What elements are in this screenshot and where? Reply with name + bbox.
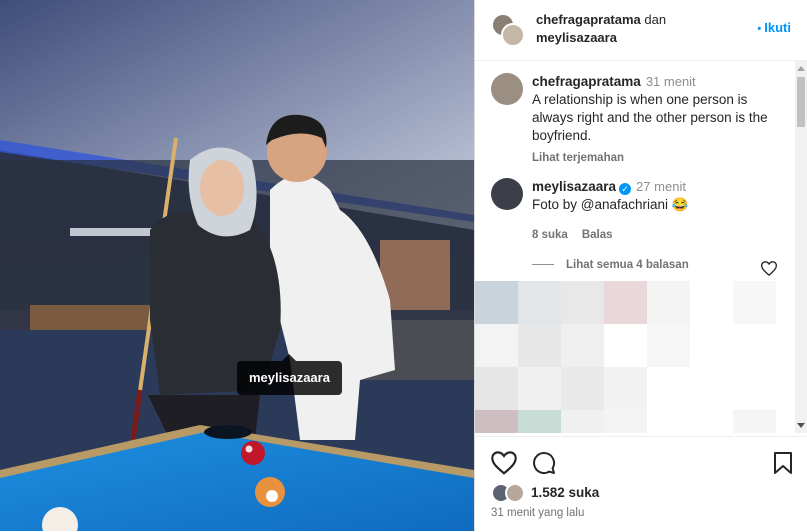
post-header: chefragapratama dan meylisazaara • Ikuti: [475, 0, 807, 61]
post-authors: chefragapratama dan meylisazaara: [536, 11, 666, 47]
avatar[interactable]: [491, 178, 523, 210]
photo-scene: [0, 0, 474, 531]
dot-icon: •: [757, 23, 762, 35]
translate-link[interactable]: Lihat terjemahan: [532, 152, 624, 164]
comment-body: meylisazaara ✓ 27 menit Foto by @anafachri…: [532, 178, 781, 244]
comment-time[interactable]: 27 menit: [636, 179, 686, 194]
post-photo[interactable]: meylisazaara: [0, 0, 474, 531]
caption-comment: chefragapratama 31 menit A relationship i…: [491, 73, 781, 167]
comment-likes[interactable]: 8 suka: [532, 229, 568, 241]
comment-time[interactable]: 31 menit: [646, 74, 696, 89]
authors-joiner: dan: [644, 12, 667, 27]
author-link[interactable]: chefragapratama: [536, 12, 641, 27]
comment-icon: [533, 452, 556, 475]
likes-count[interactable]: 1.582 suka: [531, 485, 599, 500]
comment-text: A relationship is when one person is alw…: [532, 92, 768, 143]
follow-button[interactable]: • Ikuti: [757, 20, 791, 35]
user-tag[interactable]: meylisazaara: [237, 354, 342, 395]
comment: meylisazaara ✓ 27 menit Foto by @anafachri…: [491, 178, 781, 244]
comments-scroll[interactable]: chefragapratama 31 menit A relationship i…: [475, 61, 807, 433]
scroll-up-arrow[interactable]: [797, 66, 805, 71]
post-side-panel: chefragapratama dan meylisazaara • Ikuti …: [474, 0, 807, 531]
scroll-down-arrow[interactable]: [797, 423, 805, 428]
collab-avatars[interactable]: [491, 13, 525, 47]
heart-icon: [491, 451, 517, 475]
avatar: [505, 483, 525, 503]
avatar[interactable]: [491, 73, 523, 105]
avatar: [501, 23, 525, 47]
comment-text: Foto by @anafachriani 😂: [532, 197, 689, 212]
like-comment-button[interactable]: [760, 261, 778, 281]
verified-icon: ✓: [619, 183, 632, 195]
heart-icon: [760, 261, 778, 277]
comment-body: chefragapratama 31 menit A relationship i…: [532, 73, 781, 167]
scrollbar[interactable]: [795, 61, 807, 433]
scrollbar-thumb[interactable]: [797, 77, 805, 127]
post-timestamp[interactable]: 31 menit yang lalu: [491, 507, 584, 519]
comment-username[interactable]: chefragapratama: [532, 74, 641, 89]
view-replies-button[interactable]: Lihat semua 4 balasan: [532, 259, 689, 271]
follow-label: Ikuti: [764, 20, 791, 35]
like-button[interactable]: [491, 451, 517, 480]
author-link[interactable]: meylisazaara: [536, 30, 617, 45]
comment-username[interactable]: meylisazaara: [532, 179, 616, 194]
post-actions: 1.582 suka 31 menit yang lalu: [475, 436, 807, 532]
blurred-comments: [475, 281, 776, 433]
save-button[interactable]: [773, 451, 793, 480]
comment-meta: 8 suka Balas: [532, 226, 781, 244]
comment-meta: Lihat terjemahan: [532, 149, 781, 167]
comment-button[interactable]: [532, 451, 556, 480]
bookmark-icon: [774, 452, 792, 474]
reply-button[interactable]: Balas: [582, 229, 613, 241]
